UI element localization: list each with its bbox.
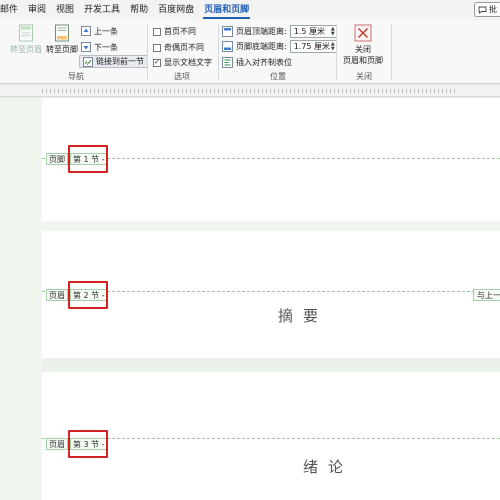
menu-view[interactable]: 视图 xyxy=(51,0,79,20)
separator xyxy=(336,24,337,80)
previous-section-label: 上一条 xyxy=(94,26,118,36)
header-top-distance-label: 页眉顶端距离: xyxy=(236,27,287,36)
next-section-label: 下一条 xyxy=(94,42,118,52)
footer-bottom-distance-value: 1.75 厘米 xyxy=(293,42,331,51)
header-boundary-line xyxy=(42,438,500,439)
spinner-arrows-icon[interactable]: ▲ ▼ xyxy=(331,41,335,52)
menu-developer[interactable]: 开发工具 xyxy=(79,0,125,20)
menu-bar: 邮件 审阅 视图 开发工具 帮助 百度网盘 页眉和页脚 批 xyxy=(0,0,500,20)
previous-arrow-icon xyxy=(81,26,91,36)
alignment-tab-icon xyxy=(222,57,233,68)
different-first-page-checkbox[interactable]: 首页不同 xyxy=(153,26,196,37)
insert-alignment-tab-button[interactable]: 插入对齐制表位 xyxy=(222,57,292,68)
page-header-icon xyxy=(19,24,33,42)
page-gap xyxy=(42,358,500,372)
menu-review[interactable]: 审阅 xyxy=(23,0,51,20)
position-group-label: 位置 xyxy=(270,72,286,81)
page-footer-icon xyxy=(55,24,69,42)
checkbox-box xyxy=(153,43,161,52)
close-label-line1: 关闭 xyxy=(355,45,371,54)
ruler-ticks xyxy=(42,89,458,93)
header-top-distance-spinner[interactable]: 1.5 厘米 ▲ ▼ xyxy=(289,25,337,38)
goto-footer-button[interactable]: 转至页脚 xyxy=(46,24,78,55)
header-top-distance-value: 1.5 厘米 xyxy=(293,27,325,36)
highlight-box xyxy=(68,430,108,458)
same-as-previous-label: 与上一 xyxy=(473,289,500,301)
header-distance-icon xyxy=(222,26,233,37)
header-label: 页眉 xyxy=(46,438,68,450)
header-boundary-line xyxy=(42,291,500,292)
highlight-box xyxy=(68,281,108,309)
introduction-heading: 绪论 xyxy=(303,458,354,476)
footer-bottom-distance-row: 页脚底端距离: 1.75 厘米 ▲ ▼ xyxy=(222,40,337,53)
check-mark-icon: ✓ xyxy=(154,58,160,66)
spinner-arrows-icon[interactable]: ▲ ▼ xyxy=(331,26,335,37)
link-icon xyxy=(83,56,93,67)
horizontal-ruler[interactable] xyxy=(0,85,500,97)
menu-baidu-netdisk[interactable]: 百度网盘 xyxy=(153,0,199,20)
header-top-distance-row: 页眉顶端距离: 1.5 厘米 ▲ ▼ xyxy=(222,25,337,38)
insert-alignment-tab-label: 插入对齐制表位 xyxy=(236,58,292,67)
footer-bottom-distance-spinner[interactable]: 1.75 厘米 ▲ ▼ xyxy=(289,40,337,53)
link-to-previous-label: 链接到前一节 xyxy=(96,57,144,66)
goto-header-button[interactable]: 转至页眉 xyxy=(10,24,42,55)
footer-label: 页脚 xyxy=(46,153,68,165)
goto-footer-label: 转至页脚 xyxy=(46,45,78,54)
checkbox-checked-box: ✓ xyxy=(153,58,161,67)
close-icon xyxy=(354,24,372,42)
close-label-line2: 页眉和页脚 xyxy=(343,56,383,65)
next-section-button[interactable]: 下一条 xyxy=(81,41,118,53)
menu-mail[interactable]: 邮件 xyxy=(0,0,23,20)
highlight-box xyxy=(68,145,108,173)
comments-button[interactable]: 批 xyxy=(474,2,500,17)
footer-bottom-distance-label: 页脚底端距离: xyxy=(236,42,287,51)
comment-icon xyxy=(478,6,487,14)
page-1 xyxy=(42,98,500,221)
close-header-footer-button[interactable]: 关闭 页眉和页脚 xyxy=(343,24,383,66)
left-margin-strip xyxy=(0,98,42,500)
goto-header-label: 转至页眉 xyxy=(10,45,42,54)
menu-help[interactable]: 帮助 xyxy=(125,0,153,20)
next-arrow-icon xyxy=(81,42,91,52)
previous-section-button[interactable]: 上一条 xyxy=(81,25,118,37)
page-2 xyxy=(42,231,500,358)
ribbon: 转至页眉 转至页脚 上一条 下一条 链接到前一节 导航 首页不同 奇偶页不同 ✓… xyxy=(0,20,500,84)
document-area[interactable]: 页脚 第 1 节 - 页眉 第 2 节 - 与上一 摘要 页眉 第 3 节 - … xyxy=(0,98,500,500)
show-document-text-checkbox[interactable]: ✓ 显示文档文字 xyxy=(153,57,212,68)
separator xyxy=(218,24,219,80)
footer-boundary-line xyxy=(42,158,500,159)
different-first-page-label: 首页不同 xyxy=(164,27,196,36)
close-group-label: 关闭 xyxy=(356,72,372,81)
checkbox-box xyxy=(153,27,161,36)
header-label: 页眉 xyxy=(46,289,68,301)
abstract-heading: 摘要 xyxy=(278,307,329,325)
comments-label: 批 xyxy=(489,5,497,14)
separator xyxy=(147,24,148,80)
different-odd-even-checkbox[interactable]: 奇偶页不同 xyxy=(153,42,204,53)
page-gap xyxy=(42,221,500,231)
show-document-text-label: 显示文档文字 xyxy=(164,58,212,67)
footer-distance-icon xyxy=(222,41,233,52)
menu-header-footer[interactable]: 页眉和页脚 xyxy=(199,0,254,20)
navigation-group-label: 导航 xyxy=(68,72,84,81)
different-odd-even-label: 奇偶页不同 xyxy=(164,43,204,52)
options-group-label: 选项 xyxy=(174,72,190,81)
link-to-previous-button[interactable]: 链接到前一节 xyxy=(79,55,148,68)
separator xyxy=(391,24,392,80)
page-3 xyxy=(42,372,500,500)
